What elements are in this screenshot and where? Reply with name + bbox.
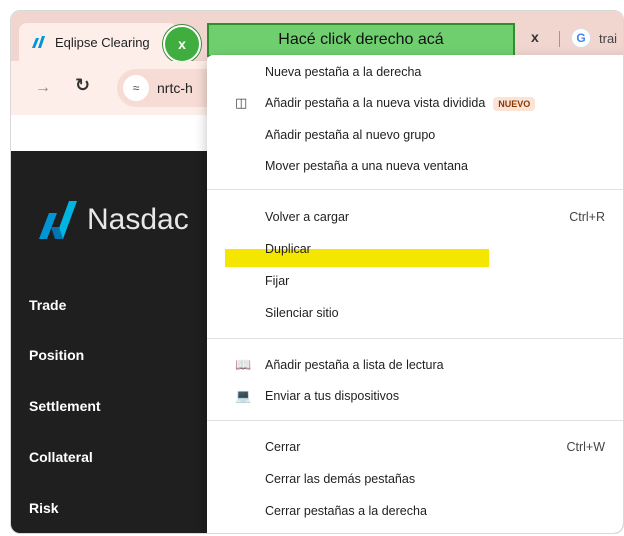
screenshot-frame: Eqlipse Clearing x Hacé click derecho ac…: [10, 10, 624, 534]
menu-item-move-to-window[interactable]: Mover pestaña a una nueva ventana: [265, 159, 468, 173]
menu-item-duplicate[interactable]: Duplicar: [265, 242, 311, 256]
new-badge: NUEVO: [493, 96, 536, 111]
close-shortcut: Ctrl+W: [566, 440, 605, 454]
nasdaq-favicon-icon: [32, 36, 45, 48]
nav-item-trade[interactable]: Trade: [29, 297, 66, 313]
other-tab-title[interactable]: trai: [599, 31, 617, 46]
site-info-icon[interactable]: ≈: [123, 75, 149, 101]
forward-arrow-icon[interactable]: →: [35, 79, 51, 97]
google-favicon-icon: G: [571, 28, 591, 48]
menu-item-add-to-group[interactable]: Añadir pestaña al nuevo grupo: [265, 128, 435, 142]
menu-divider: [207, 420, 623, 421]
instruction-callout: Hacé click derecho acá: [207, 23, 515, 57]
menu-item-send-to-devices[interactable]: Enviar a tus dispositivos: [265, 389, 399, 403]
menu-item-mute-site[interactable]: Silenciar sitio: [265, 306, 339, 320]
reading-list-icon: 📖: [235, 357, 252, 372]
nav-item-risk[interactable]: Risk: [29, 500, 59, 516]
tab-context-menu: Nueva pestaña a la derecha ◫ Añadir pest…: [207, 55, 623, 533]
tab-title: Eqlipse Clearing: [55, 34, 150, 50]
menu-item-reload[interactable]: Volver a cargar: [265, 210, 349, 224]
split-view-label: Añadir pestaña a la nueva vista dividida: [265, 96, 486, 110]
split-view-icon: ◫: [235, 95, 248, 110]
menu-item-close-others[interactable]: Cerrar las demás pestañas: [265, 472, 415, 486]
devices-icon: 💻: [235, 388, 252, 403]
logo-text: Nasdac: [87, 203, 189, 236]
tab-separator: [559, 31, 560, 47]
menu-divider: [207, 189, 623, 190]
active-tab[interactable]: Eqlipse Clearing: [19, 23, 177, 61]
other-tab-close-icon[interactable]: x: [531, 29, 539, 45]
url-text[interactable]: nrtc-h: [157, 80, 193, 96]
nasdaq-logo: Nasdac: [37, 199, 189, 241]
menu-item-pin[interactable]: Fijar: [265, 274, 289, 288]
nav-item-collateral[interactable]: Collateral: [29, 449, 93, 465]
menu-item-reading-list[interactable]: Añadir pestaña a lista de lectura: [265, 358, 444, 372]
tab-strip: Eqlipse Clearing x Hacé click derecho ac…: [11, 11, 623, 63]
reload-icon[interactable]: ↻: [75, 75, 90, 96]
tab-close-button[interactable]: x: [163, 25, 201, 63]
reload-shortcut: Ctrl+R: [569, 210, 605, 224]
menu-item-close-right[interactable]: Cerrar pestañas a la derecha: [265, 504, 427, 518]
menu-divider: [207, 338, 623, 339]
menu-item-close[interactable]: Cerrar: [265, 440, 300, 454]
menu-item-split-view[interactable]: Añadir pestaña a la nueva vista dividida…: [265, 96, 536, 111]
menu-item-new-tab-right[interactable]: Nueva pestaña a la derecha: [265, 65, 421, 79]
nav-item-position[interactable]: Position: [29, 347, 84, 363]
nav-item-settlement[interactable]: Settlement: [29, 398, 101, 414]
nasdaq-logo-icon: [39, 201, 77, 239]
